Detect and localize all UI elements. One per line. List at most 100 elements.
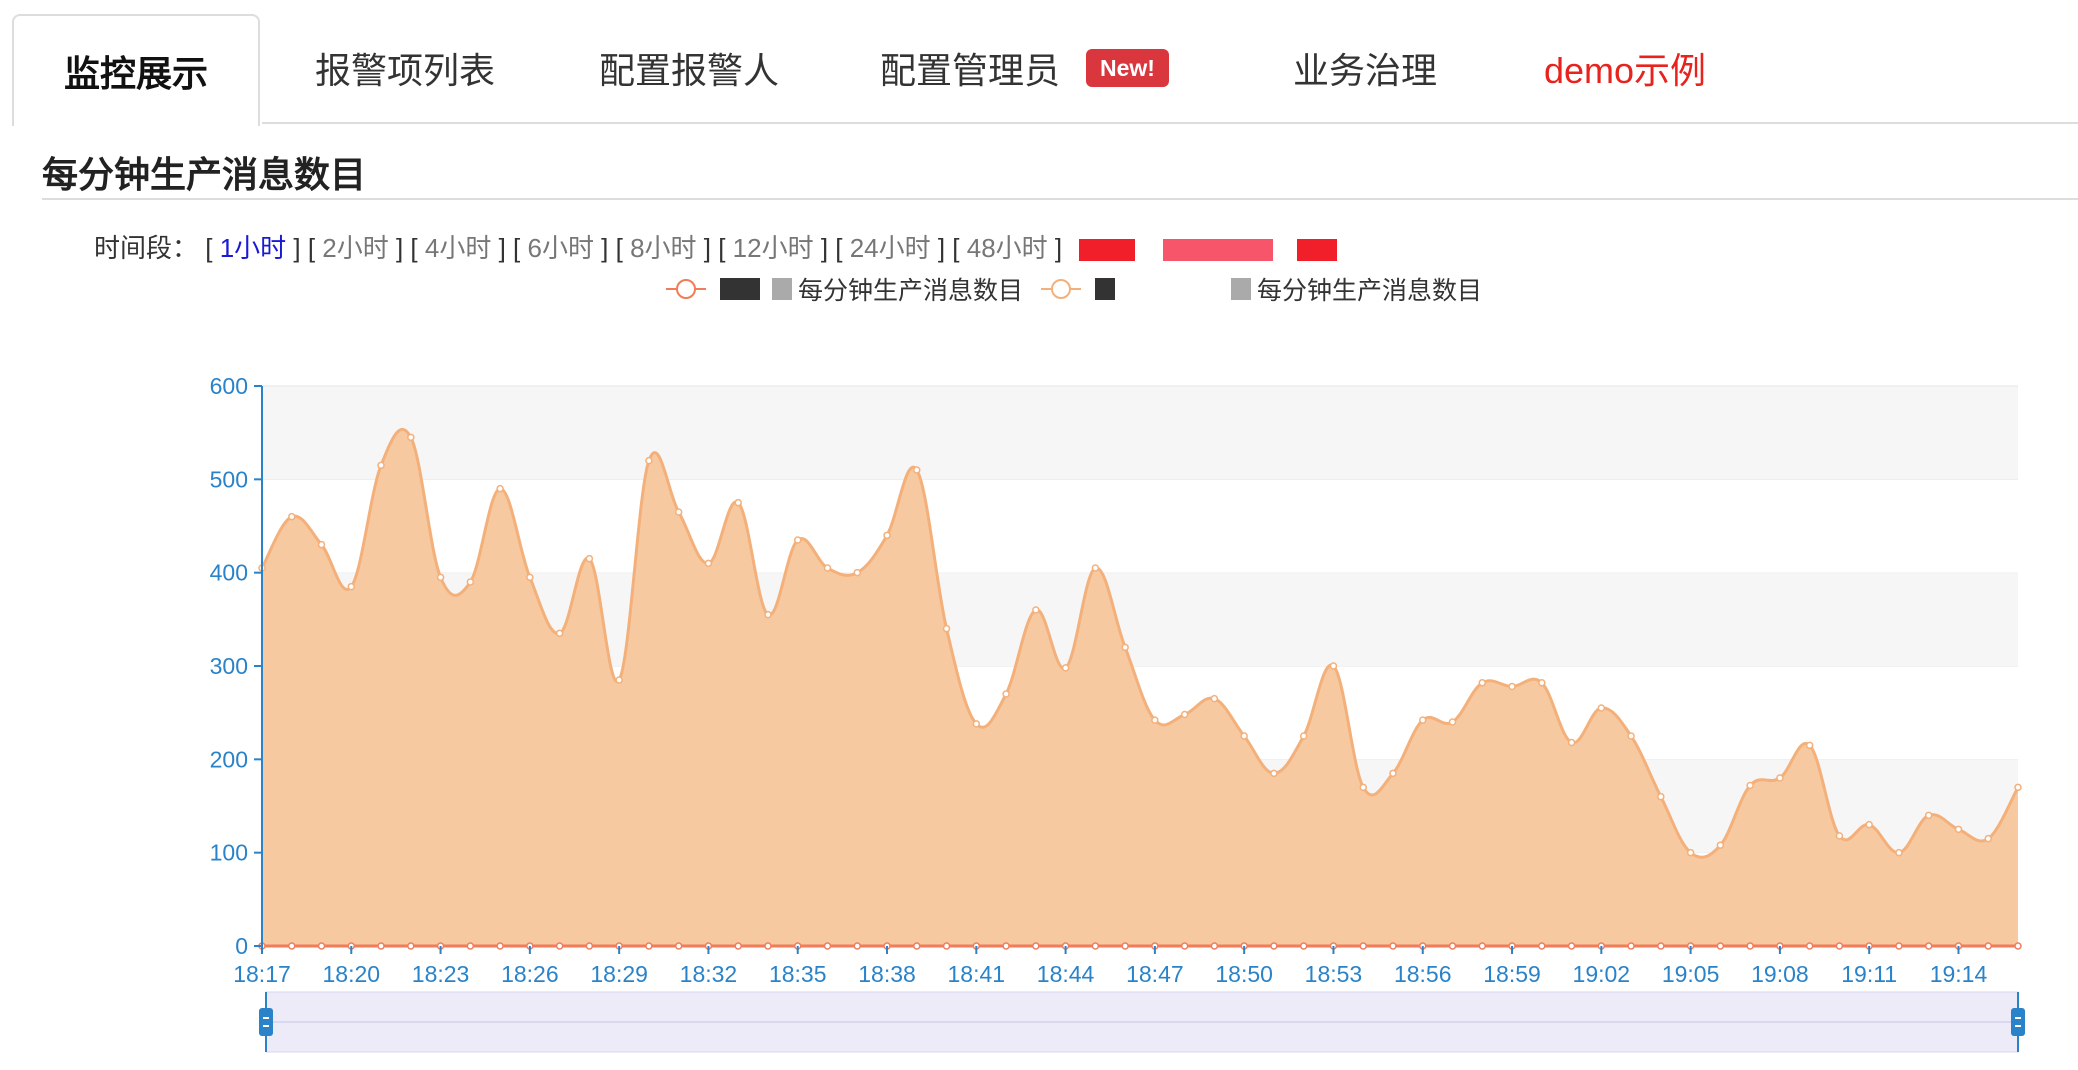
series-2-point <box>1776 942 1784 950</box>
series-2-point <box>1240 942 1248 950</box>
series-2-point <box>2014 942 2022 950</box>
series-2-point <box>1567 942 1576 950</box>
x-tick-label: 19:08 <box>1751 961 1809 987</box>
series-1-point <box>377 461 385 470</box>
x-tick-label: 18:59 <box>1483 961 1541 987</box>
series-2-point <box>942 942 951 950</box>
series-1-point <box>1805 741 1814 750</box>
series-2-point <box>1091 942 1100 950</box>
series-2-point <box>258 942 266 950</box>
series-1-point <box>1508 682 1516 691</box>
legend-series-1-icon <box>666 279 706 299</box>
series-1-line <box>260 428 2020 859</box>
series-2-point <box>1448 942 1457 950</box>
redacted-region <box>720 278 760 300</box>
series-2-point <box>645 942 653 950</box>
series-1-point <box>1984 834 1992 843</box>
series-1-point <box>347 582 356 591</box>
series-2-point <box>1418 942 1427 950</box>
plot-band <box>262 759 2018 853</box>
series-1-point <box>1657 792 1665 801</box>
x-tick-label: 19:11 <box>1841 961 1897 987</box>
series-2-point <box>526 942 534 950</box>
time-option-4h[interactable]: 4小时 <box>425 233 491 263</box>
series-2-point <box>347 942 356 950</box>
x-tick-label: 18:32 <box>680 961 738 987</box>
tab-demo[interactable]: demo示例 <box>1530 14 1720 122</box>
series-1-point <box>1299 732 1308 740</box>
series-1-point <box>1359 783 1367 792</box>
x-tick-label: 18:53 <box>1305 961 1363 987</box>
plot-band <box>262 852 2018 946</box>
series-1-area <box>262 429 2018 946</box>
series-2-point <box>1746 942 1754 950</box>
series-1-point <box>555 629 564 638</box>
series-1-point <box>1746 781 1754 790</box>
series-1-point <box>2014 783 2022 792</box>
x-tick-label: 18:23 <box>412 961 470 987</box>
x-tick-label: 19:14 <box>1930 961 1988 987</box>
series-1-point <box>1061 664 1070 672</box>
series-1-point <box>317 540 326 549</box>
section-title: 每分钟生产消息数目 <box>42 154 367 195</box>
series-2-point <box>1716 942 1725 950</box>
time-option-24h[interactable]: 24小时 <box>850 233 931 263</box>
series-2-point <box>1151 942 1159 950</box>
series-2-point <box>913 942 921 950</box>
time-option-2h[interactable]: 2小时 <box>322 233 388 263</box>
series-1-point <box>674 508 683 516</box>
series-2-point <box>1895 942 1903 950</box>
series-2-point <box>674 942 683 950</box>
series-1-point <box>526 573 534 582</box>
tab-business-governance[interactable]: 业务治理 <box>1270 14 1460 122</box>
series-1-point <box>615 676 623 684</box>
series-1-point <box>1478 679 1487 687</box>
time-option-1h[interactable]: 1小时 <box>220 233 286 263</box>
series-1-point <box>1924 811 1933 820</box>
legend-item-series-2[interactable]: 每分钟生产消息数目 <box>1041 271 1482 307</box>
redacted-region <box>772 278 792 300</box>
time-option-8h[interactable]: 8小时 <box>630 233 696 263</box>
y-tick-label: 200 <box>210 746 248 772</box>
series-2-point <box>1389 942 1397 950</box>
tab-monitor[interactable]: 监控展示 <box>12 14 260 126</box>
tab-config-alert-person[interactable]: 配置报警人 <box>584 14 794 122</box>
time-option-12h[interactable]: 12小时 <box>733 233 814 263</box>
time-option-48h[interactable]: 48小时 <box>967 233 1048 263</box>
tab-config-admin-label: 配置管理员 <box>880 50 1061 91</box>
zoom-handle-left <box>259 1008 273 1036</box>
series-2-point <box>1835 942 1844 950</box>
series-1-point <box>704 559 713 568</box>
series-2-point <box>1984 942 1992 950</box>
series-1-point <box>258 564 266 572</box>
series-1-point <box>1418 716 1427 724</box>
series-1-point <box>942 624 951 633</box>
x-tick-label: 18:20 <box>323 961 381 987</box>
series-2-point <box>496 942 504 950</box>
series-1-point <box>1329 662 1338 670</box>
series-2-point <box>1805 942 1814 950</box>
series-2-point <box>436 942 445 950</box>
series-2-point <box>466 942 475 950</box>
legend-item-series-1[interactable]: 每分钟生产消息数目 <box>666 271 1023 307</box>
axis-layer: 0 100 200 300 400 500 600 18:17 18:20 18:23 18:26 1… <box>210 373 1988 987</box>
series-1-point <box>793 536 802 544</box>
series-1-point <box>1597 704 1606 712</box>
tab-alert-list[interactable]: 报警项列表 <box>300 14 510 122</box>
y-tick-label: 0 <box>235 933 248 959</box>
series-2-point <box>1329 942 1338 950</box>
tab-config-admin[interactable]: 配置管理员 New! <box>880 14 1220 122</box>
series-1-point <box>1091 564 1100 572</box>
data-zoom[interactable] <box>259 991 2025 1053</box>
series-1-point <box>1776 774 1784 782</box>
legend-series-1-label: 每分钟生产消息数目 <box>798 277 1024 305</box>
series-2-point <box>1597 942 1606 950</box>
y-tick-label: 300 <box>210 653 248 679</box>
series-1-point <box>823 564 832 572</box>
series-1-point <box>407 433 415 442</box>
time-option-6h[interactable]: 6小时 <box>527 233 593 263</box>
series-2-point <box>764 942 772 950</box>
series-2-point <box>1538 942 1546 950</box>
series-2-point <box>1865 942 1873 950</box>
series-1-point <box>1686 848 1695 857</box>
